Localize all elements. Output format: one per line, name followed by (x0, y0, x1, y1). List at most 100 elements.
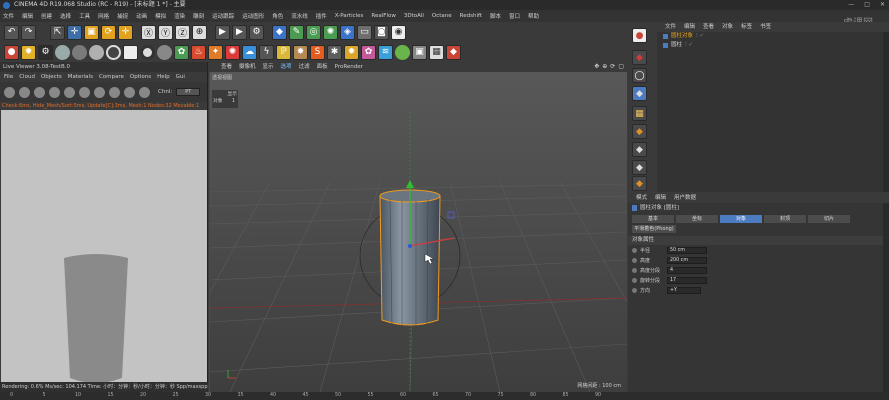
subtab-object[interactable]: 对象 (720, 215, 762, 223)
plugin-brown-icon[interactable]: ✸ (293, 44, 308, 60)
om-tab-view[interactable]: 查看 (703, 22, 714, 32)
rotate-icon[interactable]: ⟳ (101, 24, 116, 40)
menu-item[interactable]: Redshift (460, 13, 482, 19)
edges-mode-icon[interactable]: ◆ (632, 160, 647, 175)
plugin-fire-icon[interactable]: ♨ (191, 44, 206, 60)
menu-item[interactable]: 创建 (41, 12, 52, 20)
viewport-zoom-icon[interactable]: ⊕ (602, 63, 607, 70)
coordinate-system-icon[interactable]: ⊕ (192, 24, 207, 40)
undo-icon[interactable]: ↶ (4, 24, 19, 40)
cube-icon[interactable]: ◆ (272, 24, 287, 40)
lv-menu-help[interactable]: Help (157, 72, 170, 82)
redo-icon[interactable]: ↷ (21, 24, 36, 40)
vp-menu-panel[interactable]: 面板 (317, 62, 328, 72)
subtab-coord[interactable]: 坐标 (676, 215, 718, 223)
close-button[interactable]: ✕ (880, 0, 885, 10)
settings-icon[interactable] (4, 86, 15, 98)
menu-item[interactable]: 雕刻 (193, 12, 204, 20)
scale-icon[interactable]: ▣ (84, 24, 99, 40)
viewport-move-icon[interactable]: ✥ (594, 63, 599, 70)
x-axis-icon[interactable]: Ⓧ (141, 24, 156, 40)
menu-item[interactable]: 脚本 (490, 12, 501, 20)
object-row[interactable]: 圆柱对象 ⁝ ✓ (657, 32, 889, 41)
maximize-button[interactable]: □ (864, 0, 870, 10)
workplane-icon[interactable]: ◆ (632, 124, 647, 139)
lv-menu-file[interactable]: File (4, 72, 13, 82)
zoom-icon[interactable] (139, 86, 150, 98)
subtab-caps[interactable]: 封顶 (764, 215, 806, 223)
plugin-target-icon[interactable] (140, 44, 155, 60)
menu-item[interactable]: 捕捉 (117, 12, 128, 20)
channel-select[interactable]: PT (176, 88, 201, 96)
menu-item[interactable]: 动画 (136, 12, 147, 20)
viewport-rotate-icon[interactable]: ⟳ (610, 63, 615, 70)
param-input[interactable]: 200 cm (667, 256, 707, 264)
minimize-button[interactable]: — (848, 0, 854, 10)
om-scrollbar[interactable] (883, 32, 889, 192)
param-input[interactable]: 4 (667, 266, 707, 274)
keyframe-dot-icon[interactable] (632, 287, 637, 293)
menu-item[interactable]: 角色 (272, 12, 283, 20)
plugin-sun-icon[interactable]: ✹ (21, 44, 36, 60)
object-row[interactable]: 圆柱 ⁝ ✓ (657, 41, 889, 50)
visibility-icon[interactable]: ⁝ ✓ (696, 32, 704, 41)
menu-item[interactable]: 工具 (79, 12, 90, 20)
plugin-record-icon[interactable]: ● (4, 44, 19, 60)
om-tab-edit[interactable]: 编辑 (684, 22, 695, 32)
vp-menu-prorender[interactable]: ProRender (335, 62, 363, 72)
timeline-ruler[interactable]: 0 5 10 15 20 25 30 35 40 45 50 55 60 65 70 75 80 85 90 (0, 392, 889, 400)
attr-tab-userdata[interactable]: 用户数据 (674, 193, 696, 203)
floor-icon[interactable]: ▭ (357, 24, 372, 40)
lv-menu-cloud[interactable]: Cloud (19, 72, 35, 82)
param-input[interactable]: 50 cm (667, 246, 707, 254)
deformer-icon[interactable]: ◈ (340, 24, 355, 40)
stop-icon[interactable] (49, 86, 60, 98)
texture-mode-icon[interactable]: ▦ (632, 106, 647, 121)
lv-menu-materials[interactable]: Materials (68, 72, 93, 82)
plugin-grey-icon[interactable]: ▣ (412, 44, 427, 60)
plugin-circle-icon[interactable] (395, 44, 410, 60)
lv-menu-gui[interactable]: Gui (176, 72, 185, 82)
menu-item[interactable]: 运动图形 (242, 12, 264, 20)
object-mode-icon[interactable]: ◆ (632, 86, 647, 101)
render-view-icon[interactable]: ▶ (215, 24, 230, 40)
light-icon[interactable]: ◉ (391, 24, 406, 40)
make-editable-icon[interactable]: ◆ (632, 50, 647, 65)
menu-item[interactable]: Octane (432, 13, 452, 19)
render-logo-icon[interactable]: ● (632, 28, 647, 43)
menu-item[interactable]: RealFlow (371, 13, 395, 19)
plugin-python-icon[interactable]: ℙ (276, 44, 291, 60)
plugin-gear-icon[interactable]: ⚙ (38, 44, 53, 60)
menu-item[interactable]: 窗口 (509, 12, 520, 20)
plugin-red2-icon[interactable]: ◆ (446, 44, 461, 60)
vp-menu-display[interactable]: 显示 (263, 62, 274, 72)
menu-item[interactable]: 运动跟踪 (212, 12, 234, 20)
plugin-ring-icon[interactable] (106, 44, 121, 60)
z-axis-icon[interactable]: Ⓩ (175, 24, 190, 40)
vp-menu-camera[interactable]: 摄像机 (239, 62, 256, 72)
attr-tab-mode[interactable]: 模式 (636, 193, 647, 203)
vp-menu-view[interactable]: 查看 (221, 62, 232, 72)
subtab-phong[interactable]: 平滑着色(Phong) (632, 225, 676, 233)
plugin-pill-icon[interactable] (123, 44, 138, 60)
vp-menu-options[interactable]: 选项 (281, 62, 292, 72)
menu-item[interactable]: 文件 (3, 12, 14, 20)
menu-item[interactable]: 模拟 (155, 12, 166, 20)
subtab-slice[interactable]: 切片 (808, 215, 850, 223)
lv-menu-compare[interactable]: Compare (99, 72, 124, 82)
plugin-bolt-icon[interactable]: ϟ (259, 44, 274, 60)
menu-item[interactable]: 网格 (98, 12, 109, 20)
subtab-basic[interactable]: 基本 (632, 215, 674, 223)
plugin-green-icon[interactable]: ✿ (174, 44, 189, 60)
plugin-white-icon[interactable]: ▦ (429, 44, 444, 60)
model-mode-icon[interactable]: ◯ (632, 68, 647, 83)
lv-menu-objects[interactable]: Objects (41, 72, 62, 82)
points-mode-icon[interactable]: ◆ (632, 142, 647, 157)
plugin-gold-icon[interactable]: ✹ (344, 44, 359, 60)
vp-menu-filter[interactable]: 过滤 (299, 62, 310, 72)
keyframe-dot-icon[interactable] (632, 267, 637, 273)
pause-icon[interactable] (34, 86, 45, 98)
lock-icon[interactable] (64, 86, 75, 98)
param-select[interactable]: +Y (667, 286, 701, 294)
array-icon[interactable]: ✺ (323, 24, 338, 40)
